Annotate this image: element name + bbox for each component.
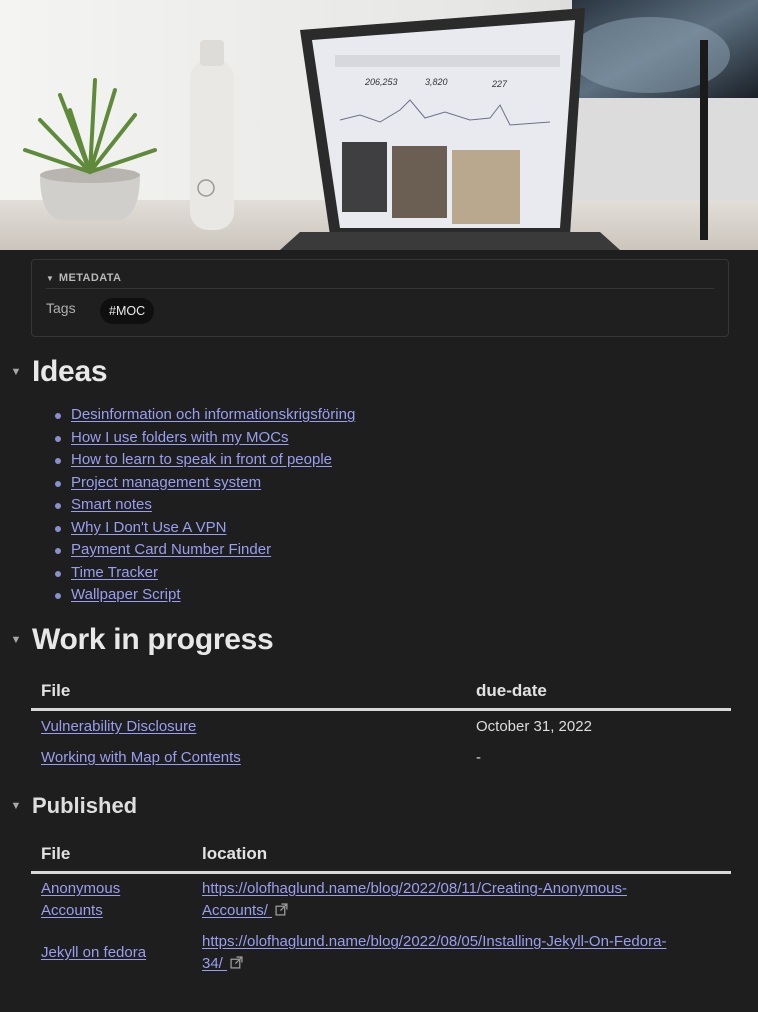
section-heading-published: ▼ Published [0, 790, 138, 822]
column-header-file: File [41, 681, 71, 700]
idea-link[interactable]: How to learn to speak in front of people [71, 451, 332, 468]
column-header-due-date: due-date [476, 681, 547, 700]
list-item: How to learn to speak in front of people [51, 449, 355, 472]
list-item: Wallpaper Script [51, 584, 355, 607]
banner-stat-2: 3,820 [425, 77, 448, 87]
metadata-title: METADATA [58, 272, 122, 284]
list-item: Smart notes [51, 494, 355, 517]
banner-image: 206,253 3,820 227 [0, 0, 758, 250]
location-link[interactable]: https://olofhaglund.name/blog/2022/08/05… [202, 933, 666, 972]
idea-link[interactable]: Payment Card Number Finder [71, 541, 271, 558]
metadata-header[interactable]: ▼ METADATA [46, 268, 714, 289]
location-link-line-2: Accounts/ [202, 902, 268, 919]
idea-link[interactable]: Desinformation och informationskrigsföri… [71, 406, 355, 423]
section-title-wip: Work in progress [32, 623, 274, 656]
table-header: File location [31, 839, 731, 874]
collapse-triangle-icon[interactable]: ▼ [0, 800, 32, 812]
file-link[interactable]: Jekyll on fedora [41, 944, 146, 961]
due-date-cell: - [476, 749, 481, 766]
section-title-ideas: Ideas [32, 355, 108, 388]
table-header: File due-date [31, 676, 731, 711]
location-link-line-2: 34/ [202, 955, 223, 972]
file-link-line-1: Anonymous [41, 880, 121, 897]
table-row: Jekyll on fedora https://olofhaglund.nam… [31, 927, 731, 980]
list-item: Payment Card Number Finder [51, 539, 355, 562]
ideas-list: Desinformation och informationskrigsföri… [51, 404, 355, 607]
section-heading-wip: ▼ Work in progress [0, 620, 274, 660]
file-link[interactable]: Anonymous Accounts [41, 880, 120, 919]
collapse-triangle-icon[interactable]: ▼ [0, 366, 32, 378]
file-link[interactable]: Working with Map of Contents [41, 749, 241, 766]
list-item: Time Tracker [51, 562, 355, 585]
metadata-panel: ▼ METADATA Tags #MOC [31, 259, 729, 337]
idea-link[interactable]: Project management system [71, 474, 261, 491]
column-header-location: location [202, 844, 268, 863]
collapse-caret-icon[interactable]: ▼ [46, 274, 54, 283]
list-item: Desinformation och informationskrigsföri… [51, 404, 355, 427]
published-table: File location Anonymous Accounts https:/… [31, 839, 731, 980]
idea-link[interactable]: How I use folders with my MOCs [71, 429, 289, 446]
due-date-cell: October 31, 2022 [476, 718, 592, 735]
table-row: Anonymous Accounts https://olofhaglund.n… [31, 874, 731, 927]
idea-link[interactable]: Smart notes [71, 496, 152, 513]
banner-stat-3: 227 [491, 79, 508, 89]
external-link-icon [230, 956, 243, 969]
table-row: Working with Map of Contents - [31, 742, 731, 773]
tags-label: Tags [46, 300, 76, 316]
idea-link[interactable]: Why I Don't Use A VPN [71, 519, 226, 536]
banner-stat-1: 206,253 [364, 77, 398, 87]
external-link-icon [275, 903, 288, 916]
location-link-line-1: https://olofhaglund.name/blog/2022/08/11… [202, 880, 628, 897]
column-header-file: File [41, 844, 71, 863]
list-item: How I use folders with my MOCs [51, 427, 355, 450]
list-item: Why I Don't Use A VPN [51, 517, 355, 540]
section-heading-ideas: ▼ Ideas [0, 352, 108, 392]
collapse-triangle-icon[interactable]: ▼ [0, 634, 32, 646]
list-item: Project management system [51, 472, 355, 495]
idea-link[interactable]: Time Tracker [71, 564, 158, 581]
location-link-line-1: https://olofhaglund.name/blog/2022/08/05… [202, 933, 667, 950]
wip-table: File due-date Vulnerability Disclosure O… [31, 676, 731, 773]
tag-moc[interactable]: #MOC [100, 298, 155, 324]
file-link[interactable]: Vulnerability Disclosure [41, 718, 196, 735]
location-link[interactable]: https://olofhaglund.name/blog/2022/08/11… [202, 880, 627, 919]
table-row: Vulnerability Disclosure October 31, 202… [31, 711, 731, 742]
section-title-published: Published [32, 793, 138, 818]
idea-link[interactable]: Wallpaper Script [71, 586, 180, 603]
file-link-line-2: Accounts [41, 902, 103, 919]
